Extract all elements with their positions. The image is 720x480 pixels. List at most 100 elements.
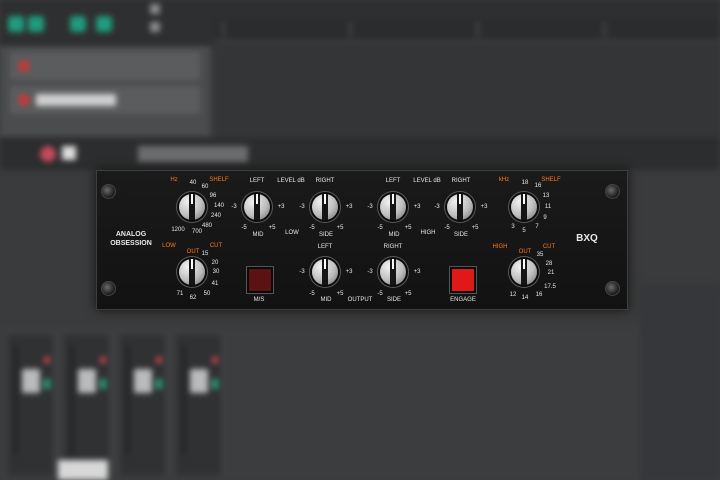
left-label: LEFT xyxy=(317,244,333,250)
tick-label: -5 xyxy=(241,225,247,231)
tick-label: +3 xyxy=(413,269,421,275)
output-mid-knob[interactable] xyxy=(312,259,338,285)
tick-label: -5 xyxy=(377,225,383,231)
stop-button[interactable] xyxy=(62,146,76,160)
low-shelf-unit: Hz xyxy=(170,177,178,183)
volume-fader[interactable] xyxy=(78,369,96,393)
tick-label: 40 xyxy=(189,180,197,186)
tick-label: 28 xyxy=(545,261,553,267)
tool-icon[interactable] xyxy=(150,4,160,14)
output-label: OUTPUT xyxy=(347,297,373,303)
tick-label: 240 xyxy=(210,213,222,219)
model-name: BXQ xyxy=(576,233,598,244)
high-cut-cut-label: CUT xyxy=(542,244,556,250)
tick-label: 1200 xyxy=(171,227,185,233)
record-button[interactable] xyxy=(40,146,56,162)
tick-label: 3 xyxy=(511,224,515,230)
tick-label: -5 xyxy=(377,291,383,297)
tick-label: 14 xyxy=(521,295,529,301)
mixer-strip[interactable] xyxy=(176,335,223,475)
tick-label: 20 xyxy=(211,260,219,266)
ms-switch[interactable] xyxy=(247,267,273,293)
low-right-level-knob[interactable] xyxy=(312,194,338,220)
side-label: SIDE xyxy=(386,297,402,303)
low-shelf-freq-knob[interactable] xyxy=(179,194,205,220)
high-shelf-label: SHELF xyxy=(541,177,561,183)
toolbar-button[interactable] xyxy=(8,16,24,32)
tick-label: 50 xyxy=(203,291,211,297)
tick-label: +3 xyxy=(480,204,488,210)
tick-label: 60 xyxy=(201,184,209,190)
tick-label: -3 xyxy=(231,204,237,210)
right-label: RIGHT xyxy=(383,244,403,250)
screw-icon xyxy=(605,184,620,199)
tick-label: 5 xyxy=(522,228,526,234)
side-label: SIDE xyxy=(318,232,334,238)
master-strip[interactable] xyxy=(640,285,720,480)
screw-icon xyxy=(101,184,116,199)
tick-label: 18 xyxy=(521,180,529,186)
high-shelf-freq-knob[interactable] xyxy=(511,194,537,220)
bxq-plugin-panel: ANALOG OBSESSION BXQ Hz SHELF 1200 700 4… xyxy=(96,170,628,310)
track-name-field[interactable] xyxy=(36,94,116,106)
low-left-level-knob[interactable] xyxy=(244,194,270,220)
timeline-ruler[interactable] xyxy=(215,18,720,41)
brand-line-1: ANALOG xyxy=(115,231,147,238)
engage-switch[interactable] xyxy=(450,267,476,293)
tick-label: +5 xyxy=(471,225,479,231)
toolbar-button[interactable] xyxy=(70,16,86,32)
high-right-level-knob[interactable] xyxy=(447,194,473,220)
tick-label: 17.5 xyxy=(544,284,556,290)
mixer-panel xyxy=(0,325,720,480)
volume-fader[interactable] xyxy=(190,369,208,393)
volume-fader[interactable] xyxy=(22,369,40,393)
record-arm-icon[interactable] xyxy=(18,60,30,72)
brand-logo: ANALOG OBSESSION xyxy=(105,231,157,249)
low-band-label: LOW xyxy=(285,230,299,236)
tick-label: 7 xyxy=(535,224,539,230)
high-shelf-unit: kHz xyxy=(498,177,510,183)
output-side-knob[interactable] xyxy=(380,259,406,285)
tick-label: 11 xyxy=(544,204,552,210)
high-cut-label: HIGH xyxy=(492,244,508,250)
mixer-strip[interactable] xyxy=(120,335,167,475)
low-cut-out-label: OUT xyxy=(186,249,200,255)
mixer-strip[interactable] xyxy=(8,335,55,475)
engage-label: ENGAGE xyxy=(450,297,476,303)
tick-label: 96 xyxy=(209,193,217,199)
mixer-strip[interactable] xyxy=(64,335,111,475)
low-cut-knob[interactable] xyxy=(179,259,205,285)
high-left-level-knob[interactable] xyxy=(380,194,406,220)
tick-label: -5 xyxy=(309,291,315,297)
tick-label: 30 xyxy=(212,269,220,275)
high-cut-out-label: OUT xyxy=(518,249,532,255)
arrange-timeline[interactable] xyxy=(215,18,720,138)
tick-label: 41 xyxy=(211,281,219,287)
tick-label: 35 xyxy=(536,252,544,258)
tick-label: 62 xyxy=(189,295,197,301)
tick-label: 9 xyxy=(543,215,547,221)
left-label: LEFT xyxy=(249,178,265,184)
tick-label: 16 xyxy=(534,183,542,189)
track-header[interactable] xyxy=(10,52,200,80)
tick-label: -3 xyxy=(434,204,440,210)
brand-line-2: OBSESSION xyxy=(110,239,152,247)
record-arm-icon[interactable] xyxy=(18,94,30,106)
tick-label: -3 xyxy=(299,204,305,210)
level-label: LEVEL dB xyxy=(413,178,441,184)
mid-label: MID xyxy=(388,232,400,238)
left-label: LEFT xyxy=(385,178,401,184)
tick-label: +5 xyxy=(336,225,344,231)
tick-label: +5 xyxy=(268,225,276,231)
tick-label: -3 xyxy=(367,204,373,210)
toolbar-button[interactable] xyxy=(28,16,44,32)
volume-fader[interactable] xyxy=(134,369,152,393)
track-header[interactable] xyxy=(10,86,200,114)
low-cut-label: LOW xyxy=(162,243,176,249)
tick-label: +3 xyxy=(345,204,353,210)
low-shelf-label: SHELF xyxy=(209,177,229,183)
high-cut-knob[interactable] xyxy=(511,259,537,285)
toolbar-button[interactable] xyxy=(96,16,112,32)
level-label: LEVEL dB xyxy=(277,178,305,184)
tool-icon[interactable] xyxy=(150,22,160,32)
